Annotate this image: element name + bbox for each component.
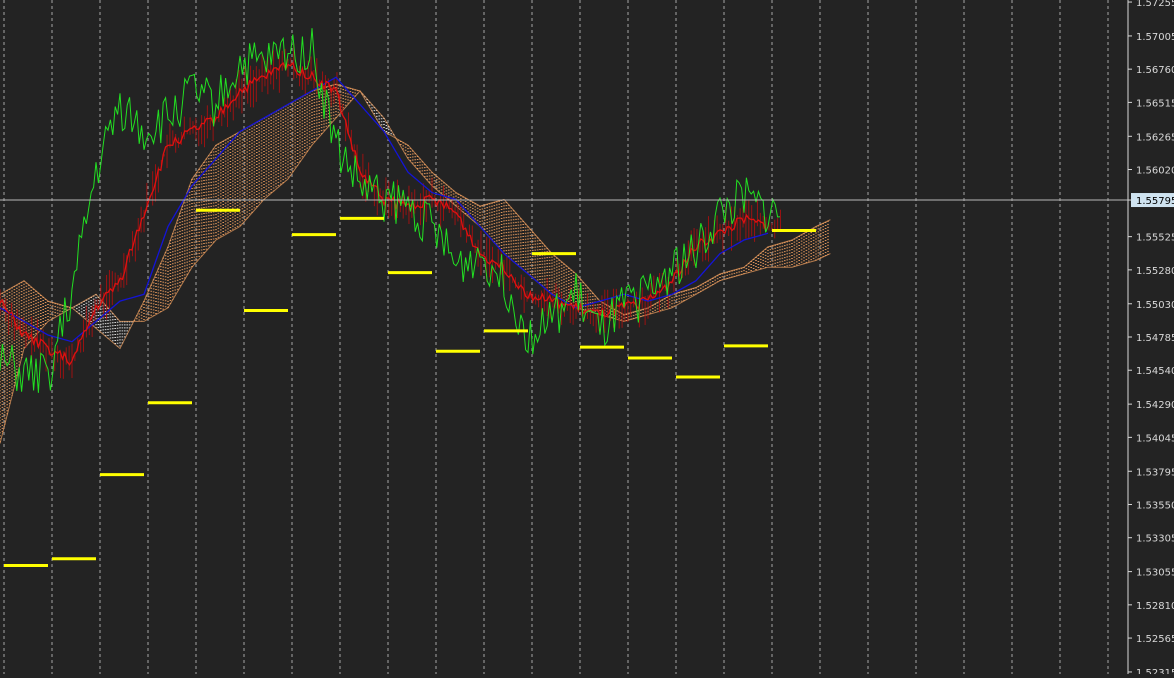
y-tick-label: 1.54785	[1136, 333, 1174, 344]
y-tick-label: 1.55030	[1136, 300, 1174, 311]
kumo_span_b-line	[0, 90, 831, 444]
y-tick-label: 1.53795	[1136, 467, 1174, 478]
y-tick-label: 1.56760	[1136, 65, 1174, 76]
y-tick-label: 1.53055	[1136, 568, 1174, 579]
kumo_span_a-line	[0, 83, 831, 350]
y-tick-label: 1.55280	[1136, 266, 1174, 277]
y-tick-label: 1.54290	[1136, 400, 1174, 411]
y-tick-label: 1.56265	[1136, 132, 1174, 143]
y-tick-label: 1.54540	[1136, 366, 1174, 377]
chart-canvas[interactable]: 1.57255 1.57005 1.56760 1.56515 1.56265 1.560…	[0, 0, 1174, 678]
chikou-line	[0, 28, 781, 393]
ichimoku-chart[interactable]: 1.57255 1.57005 1.56760 1.56515 1.56265 1.560…	[0, 0, 1174, 678]
price-axis: 1.57255 1.57005 1.56760 1.56515 1.56265 1.560…	[1127, 0, 1174, 678]
y-tick-label: 1.53550	[1136, 500, 1174, 511]
y-tick-label: 1.53305	[1136, 534, 1174, 545]
kijun-line	[0, 76, 769, 343]
kumo-cloud	[0, 83, 831, 444]
y-tick-label: 1.56020	[1136, 166, 1174, 177]
y-tick-label: 1.55525	[1136, 233, 1174, 244]
current-price-label: 1.55795	[1136, 196, 1174, 207]
y-tick-label: 1.57255	[1136, 0, 1174, 9]
y-tick-label: 1.52565	[1136, 634, 1174, 645]
indicator-lines	[0, 28, 1128, 393]
y-tick-label: 1.54045	[1136, 433, 1174, 444]
y-tick-label: 1.56515	[1136, 98, 1174, 109]
y-tick-label: 1.52315	[1136, 668, 1174, 674]
y-tick-label: 1.57005	[1136, 32, 1174, 43]
y-tick-label: 1.52810	[1136, 601, 1174, 612]
grid	[3, 0, 1109, 674]
